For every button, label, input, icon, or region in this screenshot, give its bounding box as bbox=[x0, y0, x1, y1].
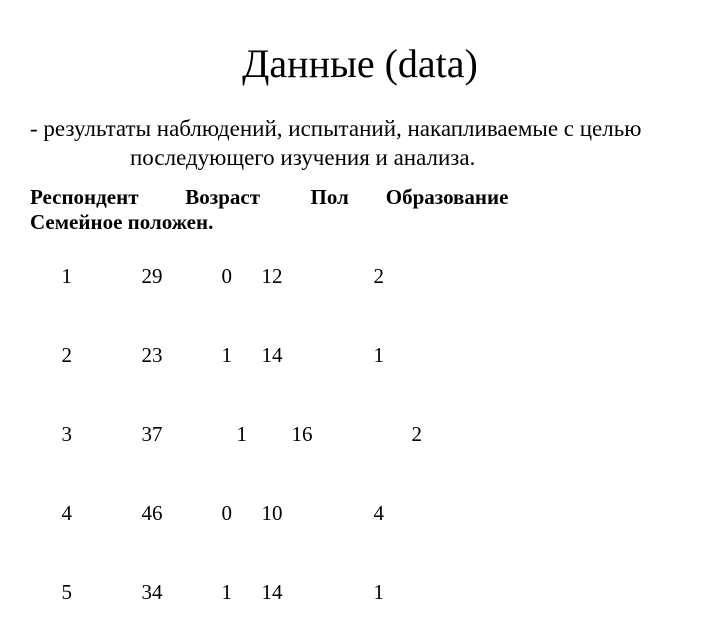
cell-age: 34 bbox=[142, 580, 222, 605]
cell-family: 2 bbox=[412, 422, 423, 447]
table-row: 2231141 bbox=[30, 318, 690, 393]
cell-age: 37 bbox=[142, 422, 222, 447]
table-row: 5341141 bbox=[30, 555, 690, 630]
cell-respondent: 4 bbox=[62, 501, 142, 526]
cell-respondent: 2 bbox=[62, 343, 142, 368]
cell-sex: 0 bbox=[222, 501, 262, 526]
table-header-row: Респондент Возраст Пол Образование Семей… bbox=[30, 185, 690, 235]
slide: Данные (data) - результаты наблюдений, и… bbox=[0, 0, 720, 540]
cell-education: 16 bbox=[292, 422, 412, 447]
cell-education: 14 bbox=[262, 580, 374, 605]
cell-sex: 0 bbox=[222, 264, 262, 289]
cell-age: 29 bbox=[142, 264, 222, 289]
cell-respondent: 5 bbox=[62, 580, 142, 605]
definition-line-2: последующего изучения и анализа. bbox=[80, 145, 475, 170]
table-row: 4460104 bbox=[30, 476, 690, 551]
cell-family: 1 bbox=[374, 580, 385, 605]
col-header-respondent: Респондент bbox=[30, 185, 180, 210]
col-header-education: Образование bbox=[386, 185, 546, 210]
definition-line-1: - результаты наблюдений, испытаний, нака… bbox=[30, 116, 641, 141]
col-header-family: Семейное положен. bbox=[30, 210, 213, 235]
cell-sex: 1 bbox=[222, 422, 292, 447]
col-header-sex: Пол bbox=[311, 185, 381, 210]
cell-respondent: 3 bbox=[62, 422, 142, 447]
cell-age: 23 bbox=[142, 343, 222, 368]
cell-sex: 1 bbox=[222, 580, 262, 605]
cell-sex: 1 bbox=[222, 343, 262, 368]
cell-family: 2 bbox=[374, 264, 385, 289]
cell-family: 4 bbox=[374, 501, 385, 526]
cell-age: 46 bbox=[142, 501, 222, 526]
col-header-age: Возраст bbox=[185, 185, 305, 210]
cell-education: 10 bbox=[262, 501, 374, 526]
table-row: 3371162 bbox=[30, 397, 690, 472]
cell-respondent: 1 bbox=[62, 264, 142, 289]
cell-education: 14 bbox=[262, 343, 374, 368]
cell-family: 1 bbox=[374, 343, 385, 368]
cell-education: 12 bbox=[262, 264, 374, 289]
table-row: 1290122 bbox=[30, 239, 690, 314]
page-title: Данные (data) bbox=[30, 40, 690, 87]
data-table: Респондент Возраст Пол Образование Семей… bbox=[30, 185, 690, 630]
definition-text: - результаты наблюдений, испытаний, нака… bbox=[30, 115, 690, 173]
